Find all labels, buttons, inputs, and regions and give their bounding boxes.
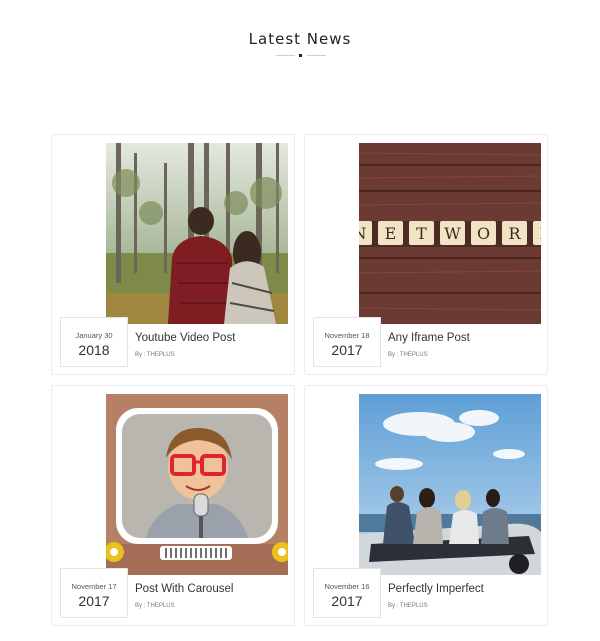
post-thumbnail-child-tv-box[interactable] — [106, 394, 288, 575]
post-date-month-day: January 30 — [75, 331, 113, 340]
post-title-link[interactable]: Youtube Video Post — [135, 332, 235, 344]
letter-tile-glyph: R — [508, 224, 521, 243]
post-date-badge: November 16 2017 — [313, 568, 381, 618]
post-thumbnail-friends-convertible[interactable] — [359, 394, 541, 575]
post-title-link[interactable]: Perfectly Imperfect — [388, 583, 484, 595]
post-author: By : THEPLUS — [135, 352, 175, 358]
post-date-month-day: November 18 — [324, 331, 370, 340]
letter-tile-glyph: W — [444, 224, 461, 243]
letter-tile-glyph: E — [385, 224, 397, 243]
post-card-carousel[interactable]: November 17 2017 Post With Carousel By :… — [51, 385, 295, 626]
post-date-year: 2017 — [331, 593, 363, 609]
post-author: By : THEPLUS — [388, 603, 428, 609]
post-date-year: 2018 — [78, 342, 110, 358]
post-thumbnail-network-tiles[interactable]: NETWORK — [359, 143, 541, 324]
letter-tile-glyph: N — [359, 224, 367, 243]
post-title-link[interactable]: Post With Carousel — [135, 583, 233, 595]
post-author: By : THEPLUS — [135, 603, 175, 609]
post-title-link[interactable]: Any Iframe Post — [388, 332, 470, 344]
post-card-youtube-video[interactable]: January 30 2018 Youtube Video Post By : … — [51, 134, 295, 375]
post-author: By : THEPLUS — [388, 352, 428, 358]
post-card-perfectly-imperfect[interactable]: November 16 2017 Perfectly Imperfect By … — [304, 385, 548, 626]
post-thumbnail-forest-couple[interactable] — [106, 143, 288, 324]
section-title: Latest News — [248, 30, 352, 48]
letter-tile-glyph: O — [477, 224, 490, 243]
letter-tile-glyph: T — [416, 224, 427, 243]
title-divider — [276, 54, 326, 57]
post-date-badge: November 18 2017 — [313, 317, 381, 367]
post-date-month-day: November 17 — [71, 582, 117, 591]
letter-tile-glyph: K — [540, 224, 541, 243]
network-letter-tiles: NETWORK — [359, 221, 541, 245]
post-date-badge: January 30 2018 — [60, 317, 128, 367]
post-date-year: 2017 — [78, 593, 110, 609]
post-date-badge: November 17 2017 — [60, 568, 128, 618]
post-date-year: 2017 — [331, 342, 363, 358]
post-date-month-day: November 16 — [324, 582, 370, 591]
post-card-iframe[interactable]: NETWORK November 18 2017 Any Iframe Post… — [304, 134, 548, 375]
